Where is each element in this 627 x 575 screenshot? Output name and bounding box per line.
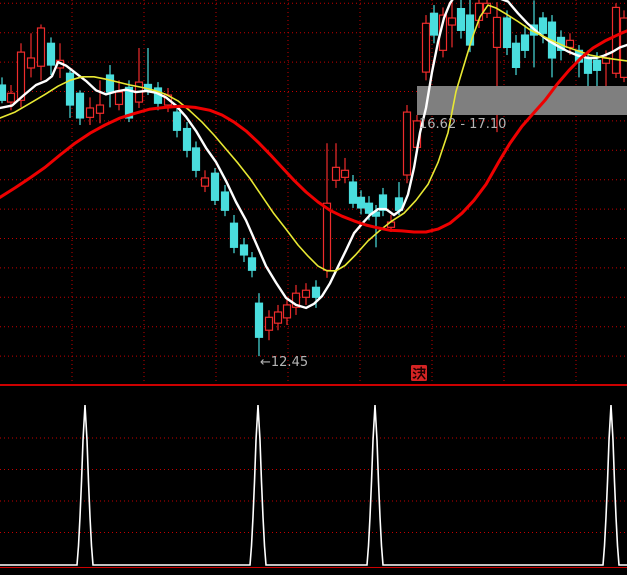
candle-body (256, 303, 263, 337)
candle-body (313, 287, 320, 297)
candle-body (366, 203, 373, 213)
candle-body (67, 73, 74, 105)
price-range-tooltip-label: 16.62 - 17.10 (419, 117, 506, 132)
candle-body (77, 93, 84, 118)
candle-body (350, 182, 357, 203)
candle-body (303, 290, 310, 297)
candle-body (504, 18, 511, 47)
rise-signal-badge (411, 365, 427, 381)
candle-body (116, 92, 123, 104)
candle-body (522, 35, 529, 50)
candle-body (193, 148, 200, 170)
candle-body (613, 7, 620, 73)
candle-body (342, 170, 349, 177)
candle-body (567, 40, 574, 47)
candle-body (222, 192, 229, 210)
candle-body (324, 203, 331, 270)
candle-body (202, 178, 209, 186)
low-price-annotation: ←12.45 (260, 355, 308, 370)
panel-divider-line (0, 384, 627, 386)
candle-body (540, 18, 547, 33)
candle-body (18, 52, 25, 100)
candle-body (241, 245, 248, 255)
candle-body (449, 18, 456, 25)
chart-canvas: 16.62 - 17.10 ←12.45 (0, 0, 627, 575)
candle-body (284, 305, 291, 318)
candle-body (184, 129, 191, 151)
candle-body (358, 197, 365, 208)
candle-body (28, 58, 35, 68)
candle-body (48, 43, 55, 65)
trading-app-window: 16.62 - 17.10 ←12.45 (0, 0, 627, 575)
candle-body (458, 9, 465, 31)
candle-body (38, 28, 45, 66)
candle-body (97, 105, 104, 113)
candle-body (404, 112, 411, 175)
candle-body (174, 112, 181, 130)
candle-body (249, 258, 256, 270)
candle-body (0, 85, 6, 100)
candle-body (333, 167, 340, 180)
candle-body (594, 60, 601, 70)
candle-body (431, 13, 438, 35)
rise-badge-glyph (413, 367, 425, 379)
candle-body (275, 312, 282, 323)
candle-body (467, 15, 474, 45)
candle-body (585, 57, 592, 73)
candle-body (423, 23, 430, 72)
candle-body (8, 93, 15, 102)
candle-body (87, 108, 94, 117)
candle-body (494, 17, 501, 47)
price-range-tooltip-box (417, 86, 627, 115)
candle-body (107, 75, 114, 92)
candle-body (212, 173, 219, 200)
candle-body (513, 43, 520, 67)
candle-body (231, 223, 238, 247)
candle-body (266, 317, 273, 330)
